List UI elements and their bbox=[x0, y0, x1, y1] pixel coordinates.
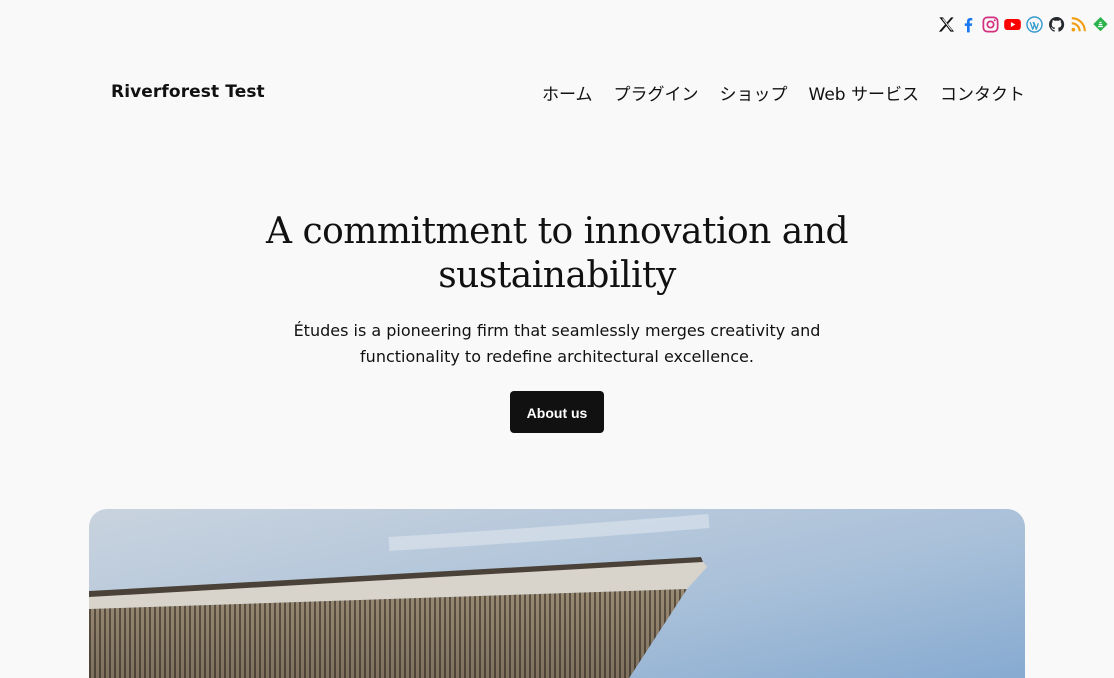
feedly-icon[interactable] bbox=[1091, 15, 1110, 34]
hero-description: Études is a pioneering firm that seamles… bbox=[293, 321, 821, 366]
social-links bbox=[937, 13, 1110, 35]
nav-item-shop[interactable]: ショップ bbox=[720, 80, 788, 105]
youtube-icon[interactable] bbox=[1003, 15, 1022, 34]
building-canopy-photo bbox=[89, 509, 1025, 678]
github-icon[interactable] bbox=[1047, 15, 1066, 34]
wordpress-icon[interactable] bbox=[1025, 15, 1044, 34]
instagram-icon[interactable] bbox=[981, 15, 1000, 34]
facebook-icon[interactable] bbox=[959, 15, 978, 34]
x-icon[interactable] bbox=[937, 15, 956, 34]
nav-item-home[interactable]: ホーム bbox=[542, 80, 593, 105]
hero-section: A commitment to innovation and sustainab… bbox=[0, 210, 1114, 433]
about-us-button[interactable]: About us bbox=[510, 391, 604, 433]
main-navigation: ホーム プラグイン ショップ Web サービス コンタクト bbox=[542, 80, 1025, 105]
nav-item-web-services[interactable]: Web サービス bbox=[809, 80, 919, 105]
nav-item-plugins[interactable]: プラグイン bbox=[614, 80, 699, 105]
hero-heading: A commitment to innovation and sustainab… bbox=[266, 211, 849, 296]
site-title[interactable]: Riverforest Test bbox=[111, 82, 265, 102]
building-canopy-image bbox=[89, 509, 1025, 678]
rss-icon[interactable] bbox=[1069, 15, 1088, 34]
page: Riverforest Test ホーム プラグイン ショップ Web サービス… bbox=[0, 0, 1114, 678]
nav-item-contact[interactable]: コンタクト bbox=[940, 80, 1025, 105]
